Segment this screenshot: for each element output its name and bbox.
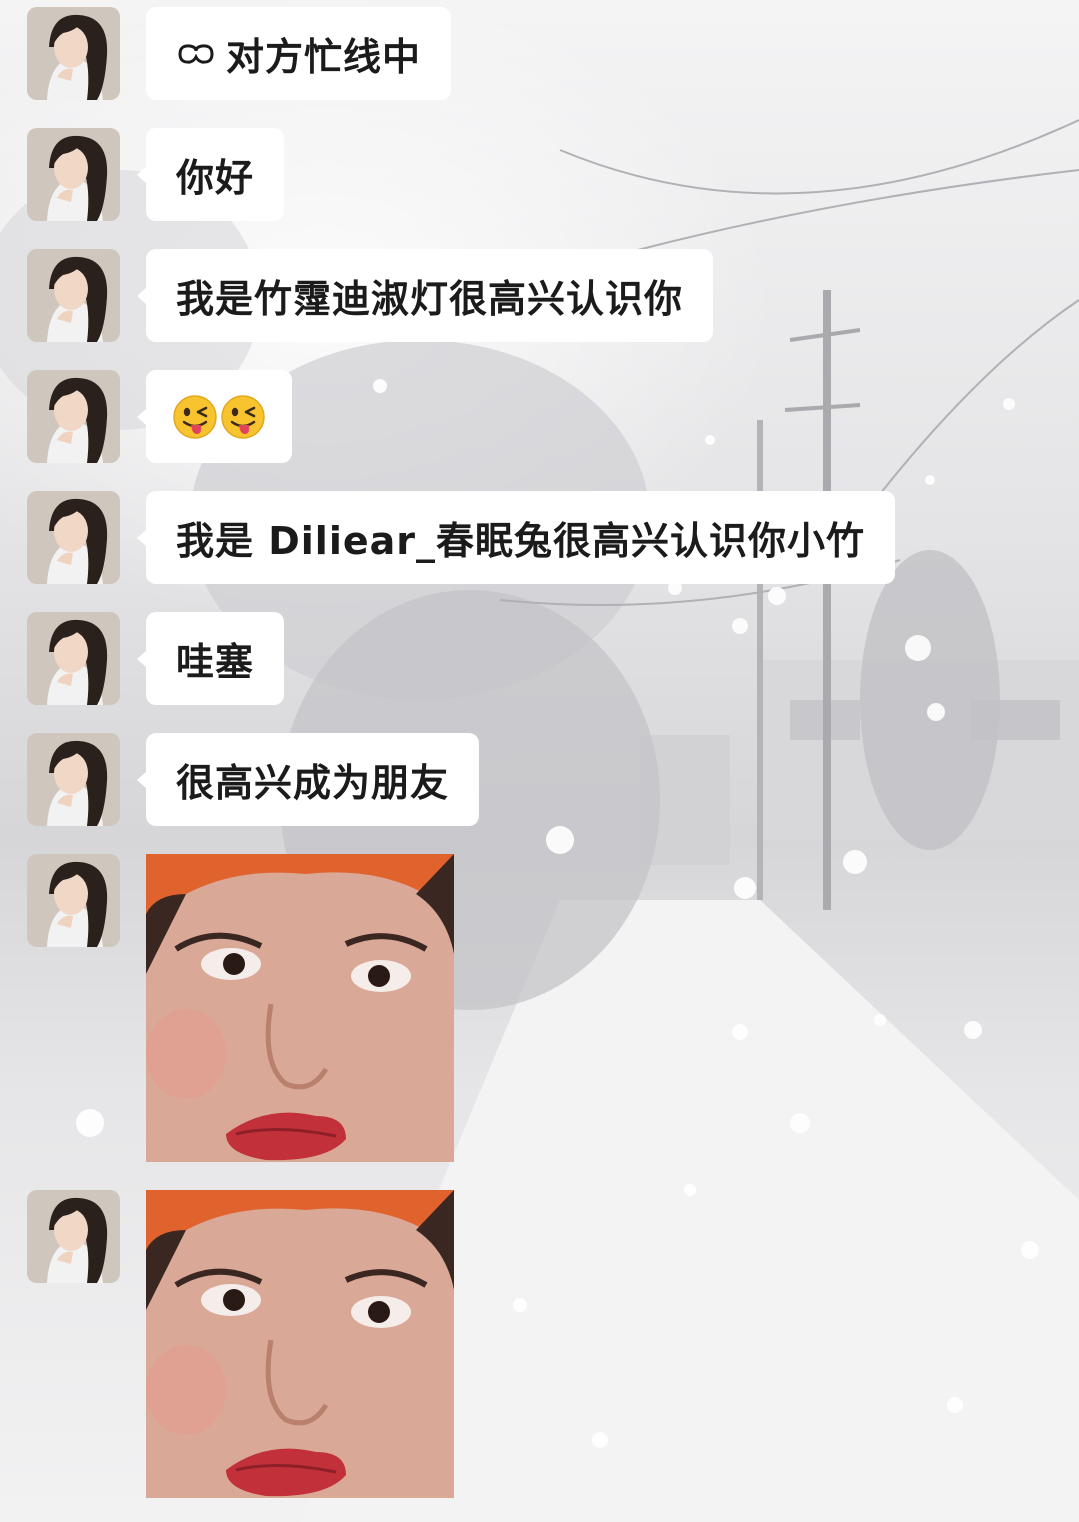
message-text: 你好 [176,156,255,200]
message-bubble[interactable] [137,370,292,463]
avatar[interactable] [27,491,120,584]
message-bubble[interactable]: 我是竹霪迪淑灯很高兴认识你 [136,249,714,342]
avatar[interactable] [27,7,120,100]
sleep-mask-icon [176,39,216,69]
avatar[interactable] [27,733,120,826]
avatar[interactable] [27,612,120,705]
status-text: 对方忙线中 [226,35,422,79]
winking-face-with-tongue-emoji [220,394,266,440]
message-text: 哇塞 [176,640,255,684]
status-bubble: 对方忙线中 [146,7,452,100]
winking-face-with-tongue-emoji [172,394,218,440]
message-text: 我是 Diliear_春眠兔很高兴认识你小竹 [176,519,866,563]
message-text: 很高兴成为朋友 [176,761,450,805]
image-message[interactable] [146,1190,454,1498]
avatar[interactable] [27,249,120,342]
message-bubble[interactable]: 我是 Diliear_春眠兔很高兴认识你小竹 [136,491,896,584]
message-bubble[interactable]: 哇塞 [136,612,285,705]
message-bubble[interactable]: 很高兴成为朋友 [136,733,480,826]
avatar[interactable] [27,128,120,221]
message-bubble[interactable]: 你好 [136,128,285,221]
avatar[interactable] [27,370,120,463]
avatar[interactable] [27,1190,120,1283]
image-message[interactable] [146,854,454,1162]
avatar[interactable] [27,854,120,947]
message-text: 我是竹霪迪淑灯很高兴认识你 [176,277,684,321]
